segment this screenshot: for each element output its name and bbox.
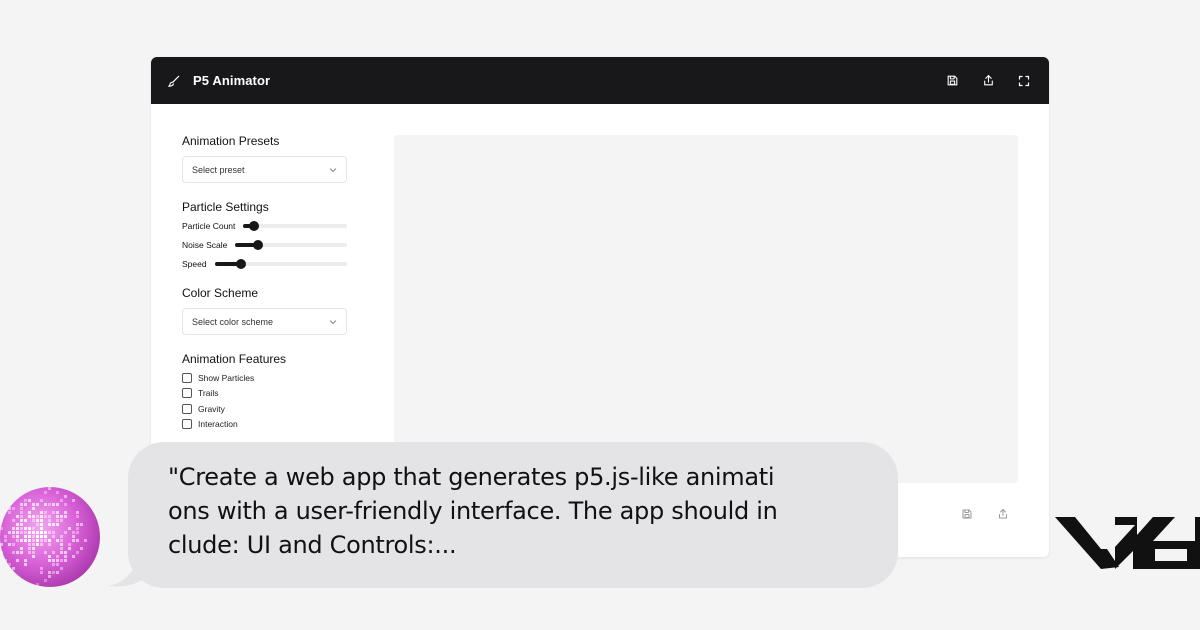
pixel-pattern-icon bbox=[0, 487, 87, 586]
save-icon bbox=[947, 75, 957, 86]
feature-checkboxes: Show Particles Trails Gravity Interaction bbox=[182, 370, 347, 432]
slider-thumb[interactable] bbox=[252, 239, 263, 250]
color-scheme-select[interactable]: Select color scheme bbox=[182, 308, 347, 335]
particle-settings-heading: Particle Settings bbox=[182, 200, 269, 214]
animation-canvas[interactable] bbox=[394, 135, 1018, 483]
share-button[interactable] bbox=[979, 72, 997, 90]
slider-thumb[interactable] bbox=[236, 258, 247, 269]
slider-track[interactable] bbox=[235, 239, 347, 250]
canvas-share-button[interactable] bbox=[995, 506, 1011, 522]
chevron-down-icon bbox=[329, 166, 337, 174]
features-heading: Animation Features bbox=[182, 352, 287, 366]
controls-sidebar: Animation Presets Select preset Particle… bbox=[182, 134, 347, 432]
color-scheme-heading: Color Scheme bbox=[182, 286, 259, 300]
slider-thumb[interactable] bbox=[248, 220, 259, 231]
canvas-save-button[interactable] bbox=[959, 506, 975, 522]
checkbox[interactable] bbox=[182, 388, 192, 399]
share-icon bbox=[999, 509, 1007, 519]
slider-row: Speed bbox=[182, 254, 347, 273]
feature-option[interactable]: Gravity bbox=[182, 401, 347, 417]
slider-label: Particle Count bbox=[182, 220, 236, 231]
feature-option[interactable]: Interaction bbox=[182, 417, 347, 433]
checkbox-label: Trails bbox=[198, 388, 219, 399]
checkbox-label: Show Particles bbox=[198, 372, 255, 383]
save-icon bbox=[962, 509, 972, 519]
v0-logo bbox=[1055, 517, 1200, 569]
app-title: P5 Animator bbox=[193, 73, 271, 88]
feature-option[interactable]: Trails bbox=[182, 386, 347, 402]
particle-sliders: Particle Count Noise Scale Speed bbox=[182, 216, 347, 273]
canvas-actions bbox=[939, 506, 1011, 522]
checkbox[interactable] bbox=[182, 419, 192, 430]
checkbox[interactable] bbox=[182, 403, 192, 414]
brush-icon bbox=[167, 73, 183, 89]
title-bar: P5 Animator bbox=[151, 57, 1049, 104]
fullscreen-button[interactable] bbox=[1015, 72, 1033, 90]
slider-label: Noise Scale bbox=[182, 239, 228, 250]
chat-line-3: clude: UI and Controls:... bbox=[168, 531, 457, 559]
feature-option[interactable]: Show Particles bbox=[182, 370, 347, 386]
checkbox[interactable] bbox=[182, 372, 192, 383]
slider-row: Particle Count bbox=[182, 216, 347, 235]
color-scheme-select-value: Select color scheme bbox=[192, 316, 274, 327]
slider-label: Speed bbox=[182, 258, 207, 269]
share-icon bbox=[983, 75, 993, 86]
chat-bubble: "Create a web app that generates p5.js-l… bbox=[128, 442, 898, 588]
preset-select-value: Select preset bbox=[192, 164, 245, 175]
fullscreen-icon bbox=[1018, 75, 1030, 86]
chevron-down-icon bbox=[329, 318, 337, 326]
checkbox-label: Gravity bbox=[198, 403, 225, 414]
checkbox-label: Interaction bbox=[198, 419, 238, 430]
presets-heading: Animation Presets bbox=[182, 134, 280, 148]
save-button[interactable] bbox=[943, 72, 961, 90]
slider-row: Noise Scale bbox=[182, 235, 347, 254]
chat-line-1: "Create a web app that generates p5.js-l… bbox=[168, 463, 775, 491]
slider-track[interactable] bbox=[214, 258, 347, 269]
chat-line-2: ons with a user-friendly interface. The … bbox=[168, 497, 778, 525]
user-avatar bbox=[0, 487, 100, 587]
slider-track[interactable] bbox=[243, 220, 347, 231]
preset-select[interactable]: Select preset bbox=[182, 156, 347, 183]
